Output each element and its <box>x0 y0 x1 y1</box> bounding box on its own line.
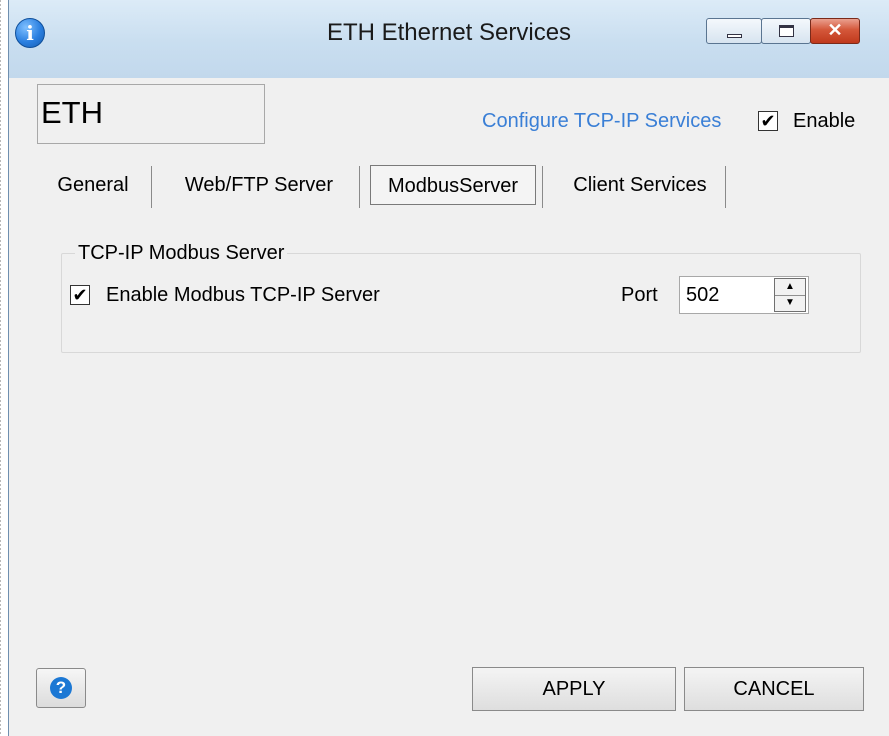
enable-modbus-label[interactable]: Enable Modbus TCP-IP Server <box>106 284 380 307</box>
checkmark-icon: ✔ <box>760 111 776 131</box>
help-button[interactable]: ? <box>36 668 86 708</box>
maximize-button[interactable] <box>761 18 811 44</box>
tab-divider <box>359 166 360 208</box>
cancel-button[interactable]: CANCEL <box>684 667 864 711</box>
tab-divider <box>542 166 543 208</box>
module-name-box: ETH <box>37 84 265 144</box>
tab-web-ftp-server[interactable]: Web/FTP Server <box>164 165 354 205</box>
tab-general[interactable]: General <box>47 165 139 205</box>
tab-client-services[interactable]: Client Services <box>554 165 726 205</box>
background-dotted-guide <box>0 0 4 736</box>
port-spinner[interactable]: ▲ ▼ <box>774 278 806 312</box>
minimize-button[interactable] <box>706 18 762 44</box>
spin-down-icon[interactable]: ▼ <box>775 295 805 311</box>
close-button[interactable]: ✕ <box>810 18 860 44</box>
title-bar[interactable]: i ETH Ethernet Services ✕ <box>9 0 889 78</box>
minimize-icon <box>727 34 742 38</box>
tab-modbus-server[interactable]: ModbusServer <box>370 165 536 205</box>
groupbox-title: TCP-IP Modbus Server <box>75 242 288 265</box>
question-icon: ? <box>50 677 72 699</box>
apply-button[interactable]: APPLY <box>472 667 676 711</box>
spin-up-icon[interactable]: ▲ <box>775 279 805 296</box>
enable-label[interactable]: Enable <box>793 110 855 133</box>
close-icon: ✕ <box>827 20 843 40</box>
configure-tcpip-link[interactable]: Configure TCP-IP Services <box>482 110 721 133</box>
enable-modbus-checkbox[interactable]: ✔ <box>70 285 90 305</box>
port-label: Port <box>621 284 658 306</box>
maximize-icon <box>779 25 794 37</box>
dialog-window: i ETH Ethernet Services ✕ ETH Configure … <box>8 0 889 736</box>
tab-divider <box>725 166 726 208</box>
tab-divider <box>151 166 152 208</box>
checkmark-icon: ✔ <box>72 285 88 305</box>
enable-checkbox[interactable]: ✔ <box>758 111 778 131</box>
